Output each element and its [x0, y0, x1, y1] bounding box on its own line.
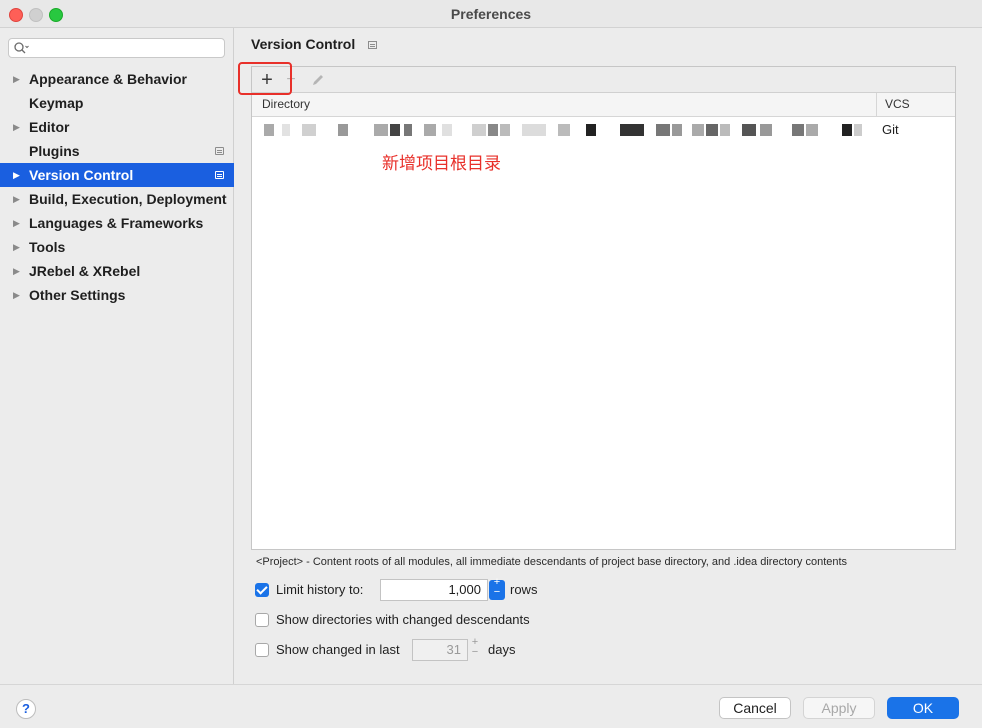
sidebar-item-build-execution-deployment[interactable]: ▶ Build, Execution, Deployment: [0, 187, 234, 211]
vcs-cell[interactable]: Git: [882, 122, 899, 137]
annotation-highlight-box: [238, 62, 292, 95]
help-button[interactable]: ?: [16, 699, 36, 719]
redacted-block: [672, 124, 682, 136]
changed-days-stepper[interactable]: [467, 636, 483, 660]
title-bar: Preferences: [0, 0, 982, 28]
expand-arrow-icon[interactable]: ▶: [13, 115, 20, 139]
column-header-directory[interactable]: Directory: [252, 93, 877, 117]
vcs-mappings-table: + − Directory VCS Git: [251, 66, 956, 550]
history-limit-stepper[interactable]: [489, 576, 505, 600]
history-limit-input[interactable]: 1,000: [380, 579, 488, 601]
table-toolbar: + −: [252, 67, 955, 93]
changed-days-input[interactable]: 31: [412, 639, 468, 661]
redacted-block: [522, 124, 546, 136]
sidebar-item-tools[interactable]: ▶ Tools: [0, 235, 234, 259]
days-label: days: [488, 642, 516, 657]
redacted-block: [404, 124, 412, 136]
redacted-block: [656, 124, 670, 136]
sidebar-item-appearance-behavior[interactable]: ▶ Appearance & Behavior: [0, 67, 234, 91]
sidebar-item-jrebel-xrebel[interactable]: ▶ JRebel & XRebel: [0, 259, 234, 283]
settings-sidebar: ▶ Appearance & Behavior Keymap ▶ Editor Plugi…: [0, 28, 234, 684]
expand-arrow-icon[interactable]: ▶: [13, 211, 20, 235]
redacted-block: [338, 124, 348, 136]
search-input[interactable]: [8, 38, 225, 58]
redacted-block: [742, 124, 756, 136]
sidebar-item-keymap[interactable]: Keymap: [0, 91, 234, 115]
project-settings-icon: [368, 41, 377, 49]
sidebar-item-other-settings[interactable]: ▶ Other Settings: [0, 283, 234, 307]
edit-mapping-button[interactable]: [307, 69, 329, 91]
expand-arrow-icon[interactable]: ▶: [13, 259, 20, 283]
show-changed-dirs-checkbox[interactable]: [255, 613, 269, 627]
sidebar-item-label: Version Control: [29, 167, 134, 183]
limit-history-label: Limit history to:: [276, 582, 364, 597]
sidebar-item-label: Plugins: [29, 143, 80, 159]
sidebar-item-label: Editor: [29, 119, 70, 135]
limit-history-checkbox[interactable]: [255, 583, 269, 597]
expand-arrow-icon[interactable]: ▶: [13, 67, 20, 91]
annotation-text: 新增项目根目录: [382, 154, 501, 173]
redacted-block: [264, 124, 274, 136]
sidebar-item-label: Appearance & Behavior: [29, 71, 187, 87]
redacted-block: [806, 124, 818, 136]
redacted-block: [442, 124, 452, 136]
sidebar-item-plugins[interactable]: Plugins: [0, 139, 234, 163]
sidebar-item-languages-frameworks[interactable]: ▶ Languages & Frameworks: [0, 211, 234, 235]
sidebar-item-editor[interactable]: ▶ Editor: [0, 115, 234, 139]
redacted-block: [424, 124, 436, 136]
sidebar-item-label: Languages & Frameworks: [29, 215, 204, 231]
page-title: Version Control: [251, 36, 356, 52]
redacted-block: [792, 124, 804, 136]
directory-cell-redacted[interactable]: [264, 123, 874, 137]
redacted-block: [854, 124, 862, 136]
sidebar-item-label: Keymap: [29, 95, 84, 111]
redacted-block: [842, 124, 852, 136]
dialog-footer: ? Cancel Apply OK: [0, 684, 982, 728]
redacted-block: [558, 124, 570, 136]
redacted-block: [390, 124, 400, 136]
sidebar-item-version-control[interactable]: ▶ Version Control: [0, 163, 234, 187]
show-changed-last-label: Show changed in last: [276, 642, 400, 657]
redacted-block: [620, 124, 644, 136]
expand-arrow-icon[interactable]: ▶: [13, 283, 20, 307]
project-settings-icon: [215, 171, 224, 179]
apply-button[interactable]: Apply: [803, 697, 875, 719]
sidebar-item-label: Build, Execution, Deployment: [29, 191, 227, 207]
redacted-block: [706, 124, 718, 136]
show-changed-dirs-label: Show directories with changed descendant…: [276, 612, 530, 627]
window-title: Preferences: [450, 6, 532, 22]
redacted-block: [472, 124, 486, 136]
pencil-icon: [313, 75, 323, 85]
expand-arrow-icon[interactable]: ▶: [13, 187, 20, 211]
redacted-block: [282, 124, 290, 136]
show-changed-last-checkbox[interactable]: [255, 643, 269, 657]
redacted-block: [302, 124, 316, 136]
sidebar-item-label: Other Settings: [29, 287, 126, 303]
redacted-block: [720, 124, 730, 136]
sidebar-item-label: JRebel & XRebel: [29, 263, 141, 279]
project-settings-icon: [215, 147, 224, 155]
redacted-block: [586, 124, 596, 136]
rows-label: rows: [510, 582, 538, 597]
expand-arrow-icon[interactable]: ▶: [13, 163, 20, 187]
project-footnote: <Project> - Content roots of all modules…: [256, 556, 848, 568]
redacted-block: [500, 124, 510, 136]
cancel-button[interactable]: Cancel: [719, 697, 791, 719]
expand-arrow-icon[interactable]: ▶: [13, 235, 20, 259]
redacted-block: [488, 124, 498, 136]
redacted-block: [692, 124, 704, 136]
redacted-block: [760, 124, 772, 136]
ok-button[interactable]: OK: [887, 697, 959, 719]
column-header-vcs[interactable]: VCS: [877, 93, 955, 117]
redacted-block: [374, 124, 388, 136]
search-icon: [14, 42, 29, 54]
sidebar-item-label: Tools: [29, 239, 66, 255]
